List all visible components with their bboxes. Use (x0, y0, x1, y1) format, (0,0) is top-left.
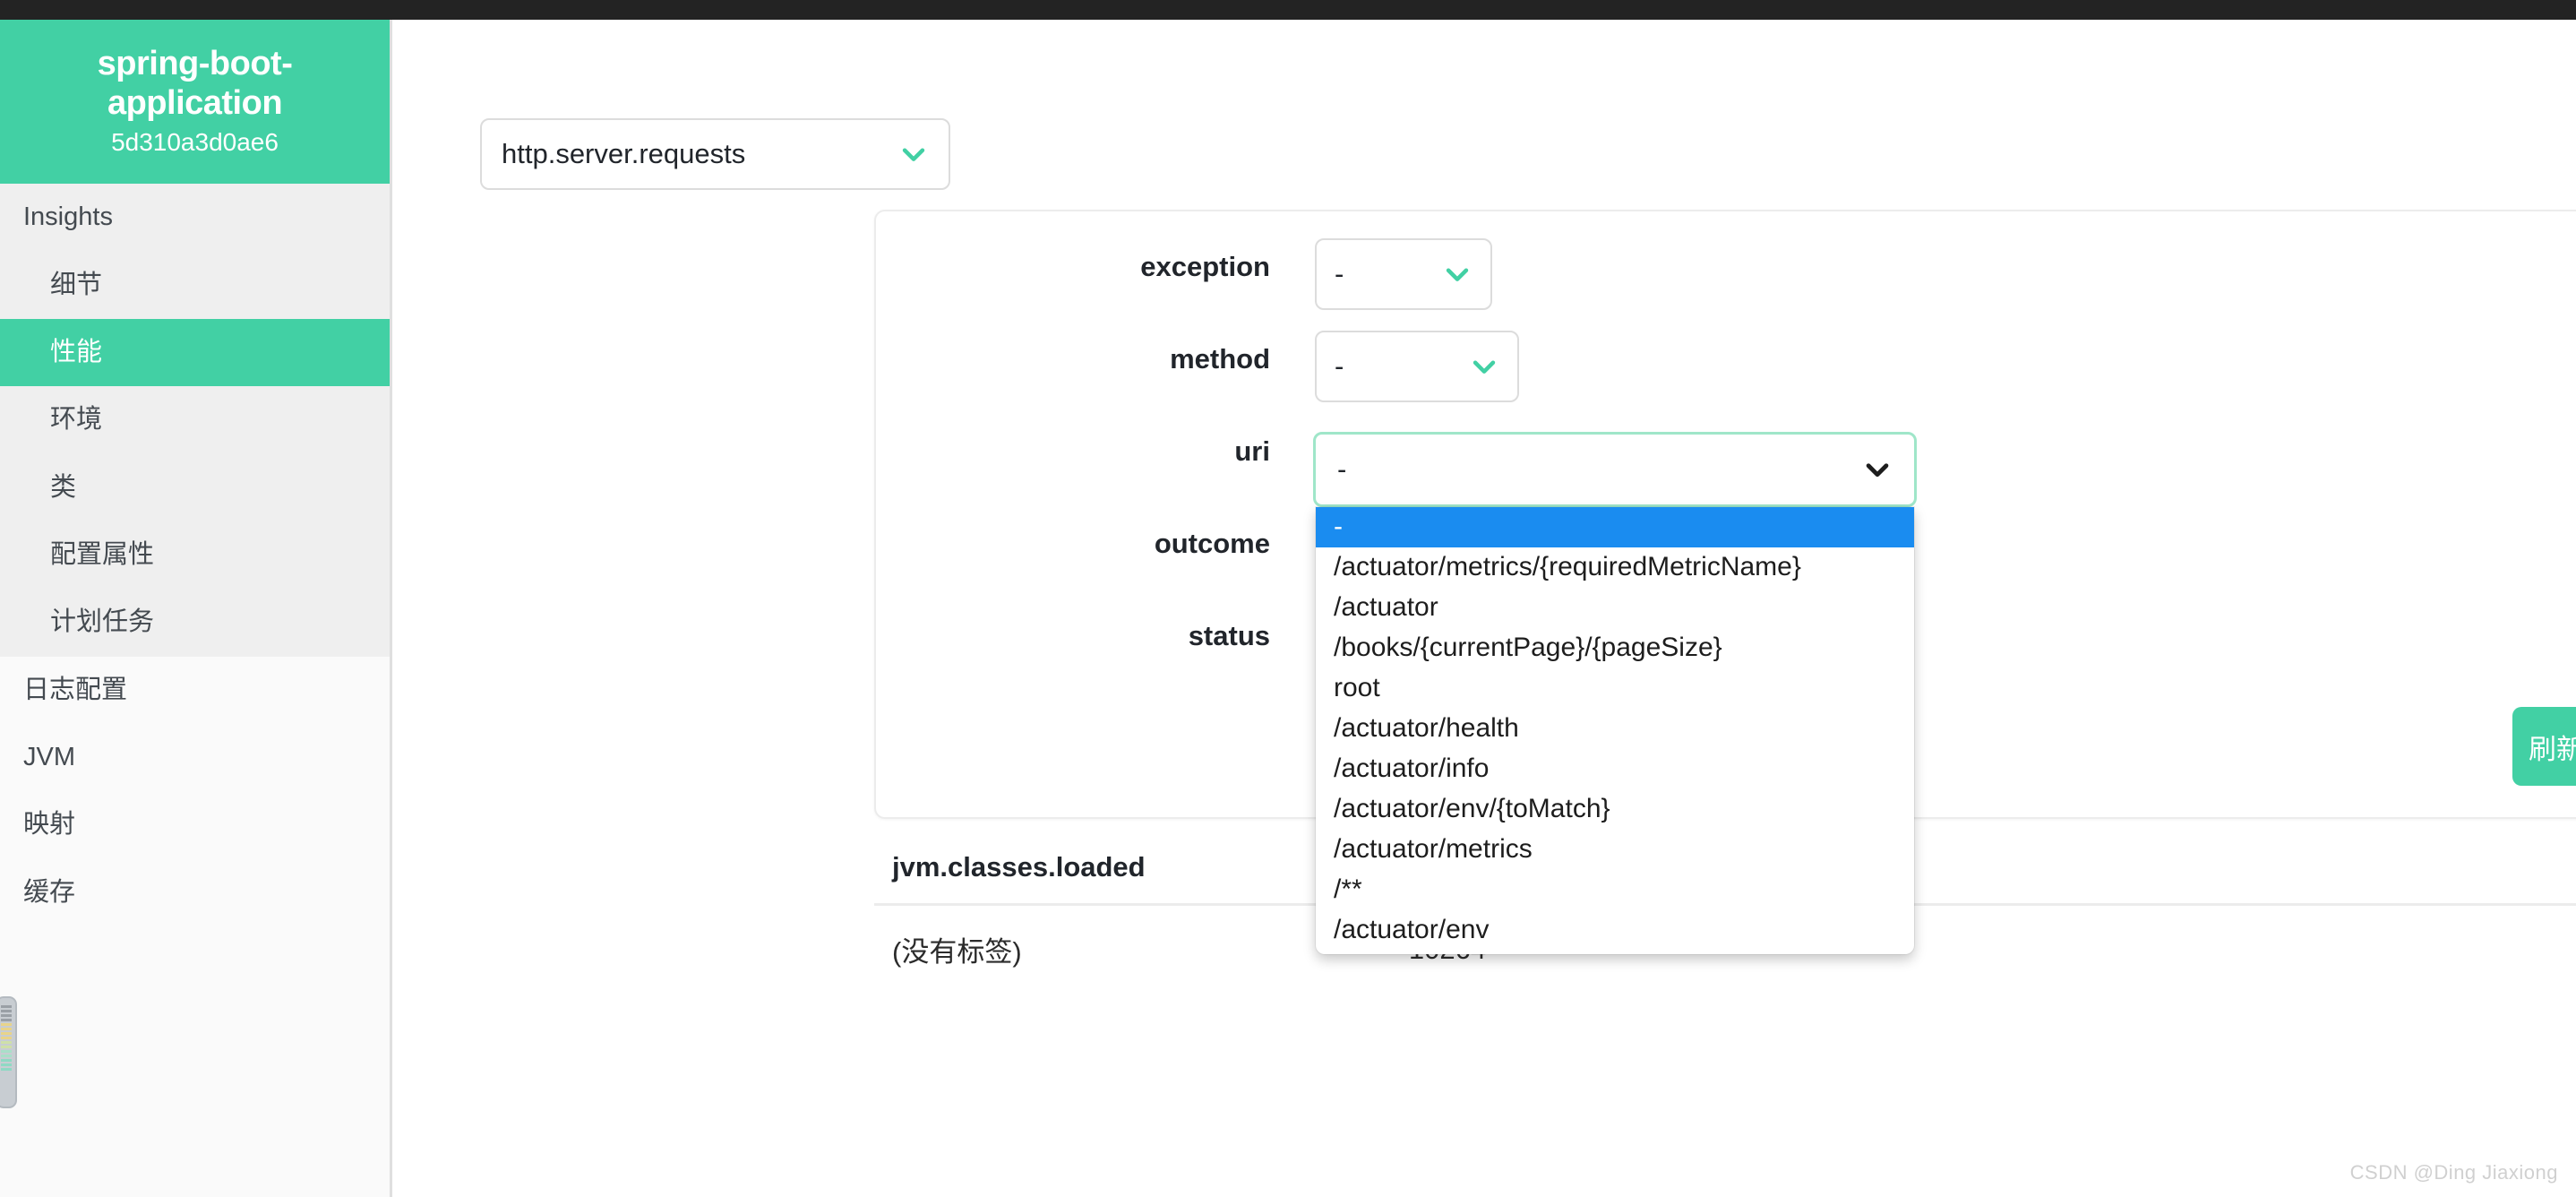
tag-value-uri: - (1337, 453, 1347, 485)
chevron-down-icon (902, 148, 925, 161)
tag-label-outcome: outcome (1154, 528, 1270, 559)
uri-option-list[interactable]: - /actuator/metrics/{requiredMetricName}… (1316, 507, 1914, 954)
sidebar-item-details[interactable]: 细节 (0, 252, 390, 319)
uri-option[interactable]: /actuator/env/{toMatch} (1316, 789, 1914, 830)
chevron-down-icon (1866, 463, 1889, 478)
uri-option[interactable]: /** (1316, 870, 1914, 910)
uri-option[interactable]: /actuator/health (1316, 709, 1914, 749)
sidebar-top-group: 日志配置 JVM 映射 缓存 (0, 656, 390, 927)
tag-row-uri: uri (876, 423, 1270, 468)
sidebar: spring-boot-application 5d310a3d0ae6 Ins… (0, 20, 392, 1197)
tag-row-outcome: outcome (876, 515, 1270, 560)
tag-value-method: - (1335, 350, 1344, 382)
sidebar-item-jvm[interactable]: JVM (0, 724, 390, 792)
tag-row-method: method - (876, 331, 1519, 402)
uri-option[interactable]: /actuator/info (1316, 749, 1914, 789)
sidebar-item-config-properties[interactable]: 配置属性 (0, 521, 390, 589)
main-content: http.server.requests exception - method … (395, 20, 2576, 1197)
metric-name-select[interactable]: http.server.requests (480, 118, 950, 190)
chevron-down-icon (1446, 268, 1469, 281)
sidebar-item-environment[interactable]: 环境 (0, 386, 390, 453)
sidebar-item-logging-config[interactable]: 日志配置 (0, 656, 390, 725)
mini-gauge-bars (0, 998, 15, 1078)
chevron-down-icon (1473, 360, 1496, 374)
tag-label-status: status (1188, 620, 1270, 651)
tag-select-exception[interactable]: - (1315, 238, 1492, 310)
mini-gauge-indicator[interactable] (0, 996, 17, 1108)
sidebar-item-cache[interactable]: 缓存 (0, 858, 390, 927)
uri-option[interactable]: /actuator/metrics/{requiredMetricName} (1316, 547, 1914, 588)
uri-option[interactable]: /actuator/env (1316, 910, 1914, 951)
sidebar-item-scheduled-tasks[interactable]: 计划任务 (0, 589, 390, 656)
app-brand-header: spring-boot-application 5d310a3d0ae6 (0, 20, 390, 185)
app-instance-id: 5d310a3d0ae6 (111, 128, 279, 157)
tag-select-method[interactable]: - (1315, 331, 1519, 402)
watermark: CSDN @Ding Jiaxiong (2349, 1161, 2558, 1184)
window-titlebar (0, 0, 2576, 20)
metric-tag-key: (没有标签) (892, 936, 1022, 968)
metric-name-value: http.server.requests (502, 138, 746, 169)
sidebar-item-classes[interactable]: 类 (0, 454, 390, 521)
tag-row-exception: exception - (876, 238, 1492, 310)
tag-select-uri[interactable]: - (1313, 432, 1917, 507)
uri-option[interactable]: root (1316, 668, 1914, 709)
tag-label-method: method (1170, 343, 1270, 375)
sidebar-item-mappings[interactable]: 映射 (0, 791, 390, 859)
tag-row-status: status (876, 607, 1270, 652)
tag-label-exception: exception (1140, 251, 1270, 282)
tag-value-exception: - (1335, 258, 1344, 289)
sidebar-insights-group: Insights 细节 性能 环境 类 配置属性 计划任务 (0, 184, 390, 657)
app-title: spring-boot-application (97, 45, 293, 122)
tag-label-uri: uri (1234, 435, 1270, 467)
uri-option[interactable]: /books/{currentPage}/{pageSize} (1316, 628, 1914, 668)
uri-option[interactable]: - (1316, 507, 1914, 547)
refresh-button[interactable]: 刷新 (2512, 707, 2576, 786)
sidebar-item-performance[interactable]: 性能 (0, 319, 390, 387)
sidebar-section-insights: Insights (23, 202, 113, 232)
uri-option[interactable]: /actuator/metrics (1316, 830, 1914, 870)
uri-option[interactable]: /actuator (1316, 588, 1914, 628)
